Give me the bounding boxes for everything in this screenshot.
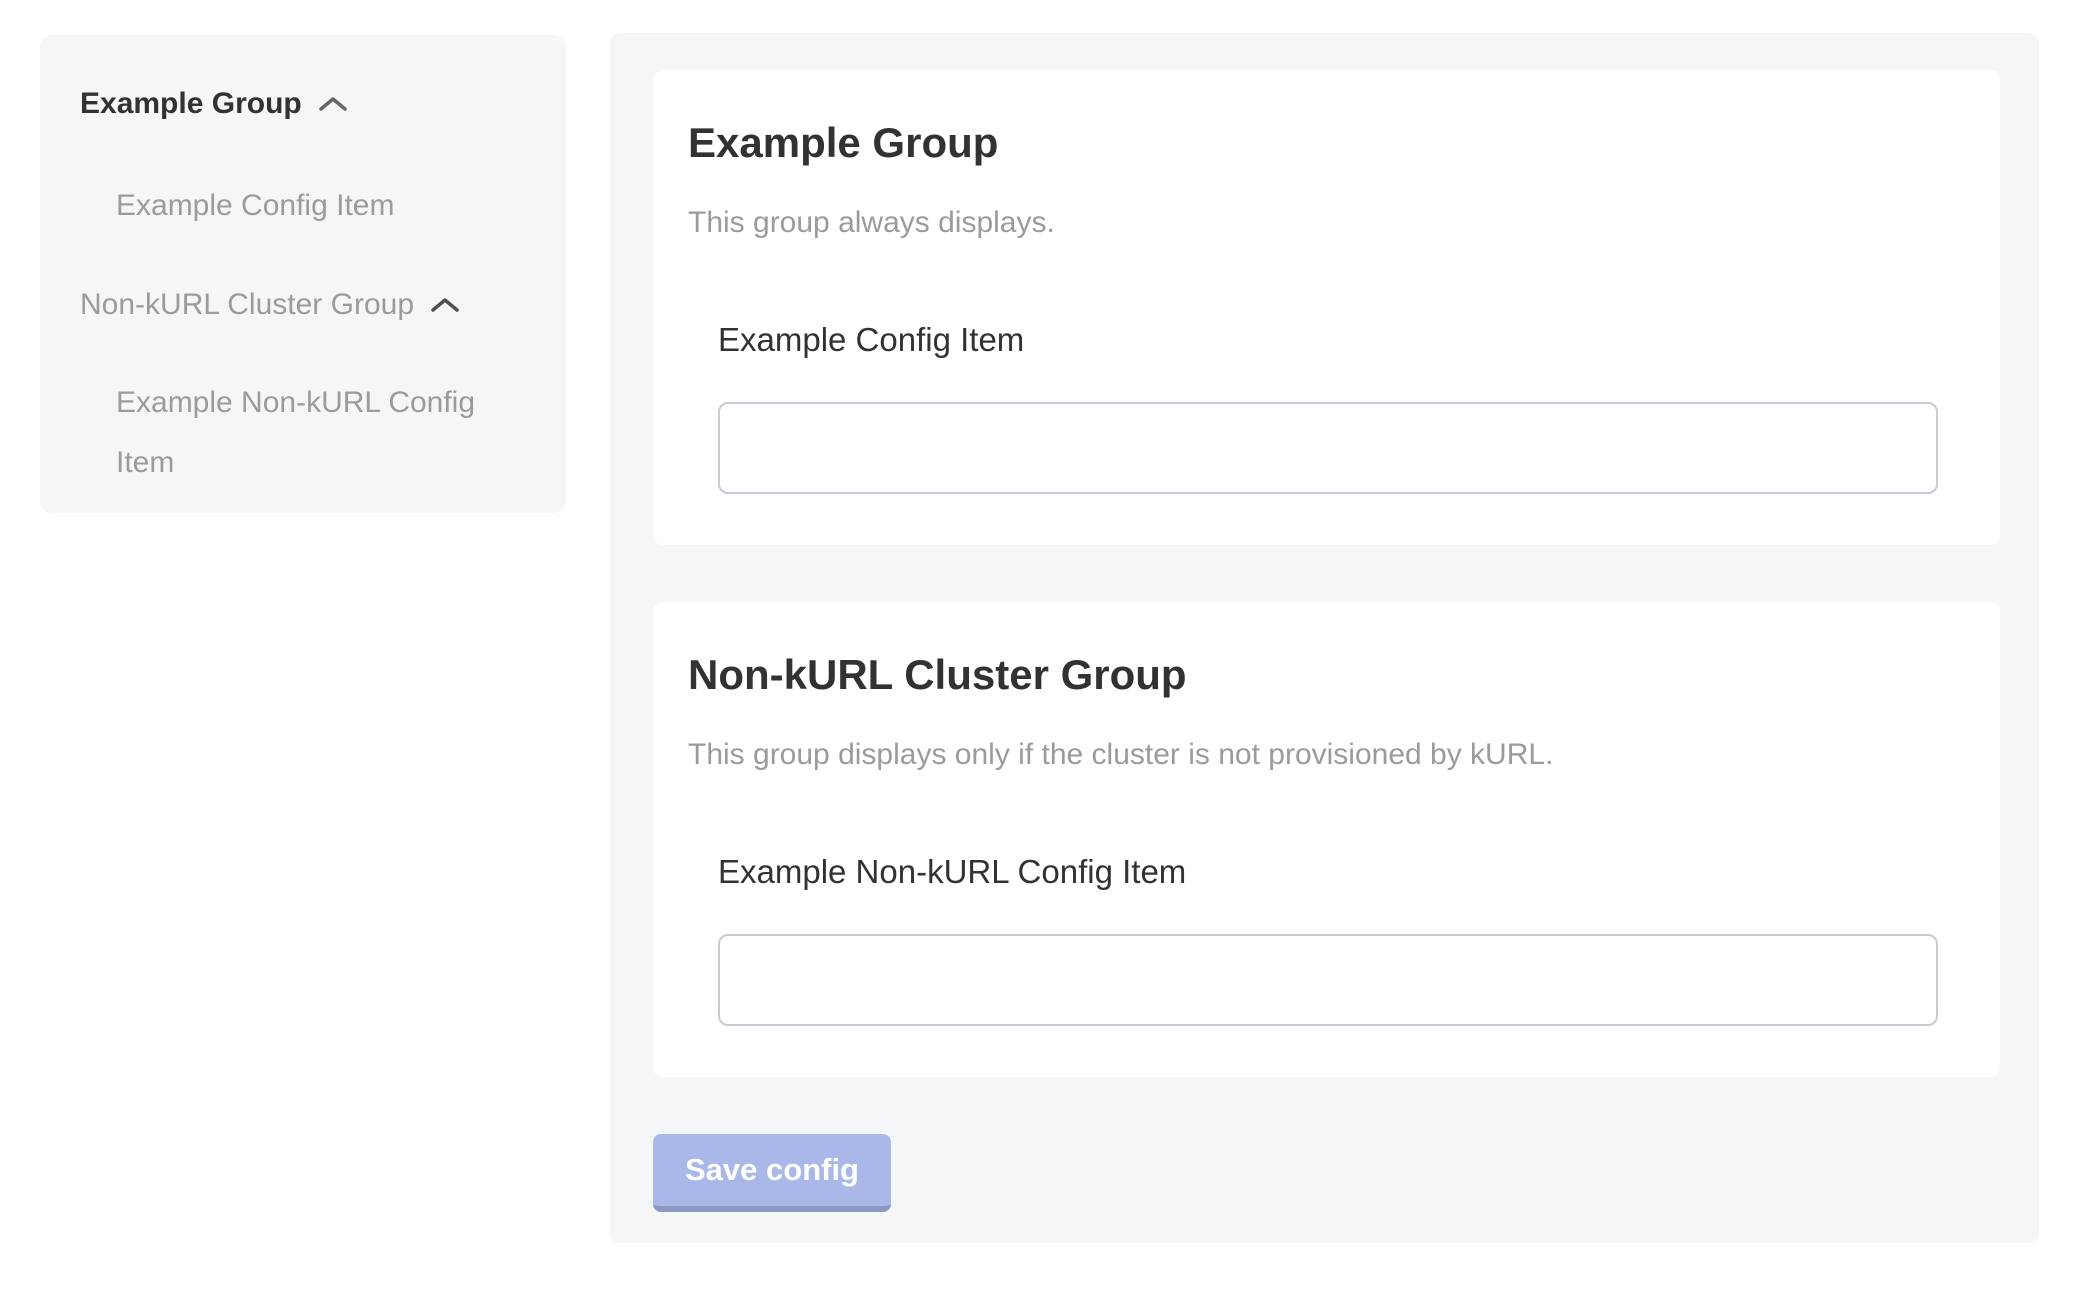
save-config-button[interactable]: Save config xyxy=(653,1134,891,1212)
sidebar-group-label: Example Group xyxy=(80,85,302,122)
sidebar-item-example-config-item[interactable]: Example Config Item xyxy=(116,176,476,236)
sidebar-group-example-group[interactable]: Example Group xyxy=(80,85,526,122)
config-item: Example Config Item xyxy=(718,318,1938,494)
group-title: Non-kURL Cluster Group xyxy=(688,650,1938,700)
chevron-up-icon[interactable] xyxy=(430,296,460,314)
group-description: This group always displays. xyxy=(688,204,1938,242)
config-group-card-example-group: Example Group This group always displays… xyxy=(653,70,2000,545)
chevron-up-icon[interactable] xyxy=(318,95,348,113)
example-non-kurl-config-item-input[interactable] xyxy=(718,934,1938,1026)
sidebar-group-label: Non-kURL Cluster Group xyxy=(80,286,414,323)
sidebar-item-example-non-kurl-config-item[interactable]: Example Non-kURL Config Item xyxy=(116,373,476,493)
example-config-item-input[interactable] xyxy=(718,402,1938,494)
group-description: This group displays only if the cluster … xyxy=(688,736,1938,774)
config-panel: Example Group This group always displays… xyxy=(610,33,2039,1243)
sidebar-group-non-kurl-cluster-group[interactable]: Non-kURL Cluster Group xyxy=(80,286,526,323)
group-title: Example Group xyxy=(688,118,1938,168)
config-group-card-non-kurl-cluster-group: Non-kURL Cluster Group This group displa… xyxy=(653,602,2000,1077)
config-nav-sidebar: Example Group Example Config Item Non-kU… xyxy=(40,35,566,513)
config-item: Example Non-kURL Config Item xyxy=(718,850,1938,1026)
config-item-label: Example Non-kURL Config Item xyxy=(718,850,1938,894)
config-item-label: Example Config Item xyxy=(718,318,1938,362)
